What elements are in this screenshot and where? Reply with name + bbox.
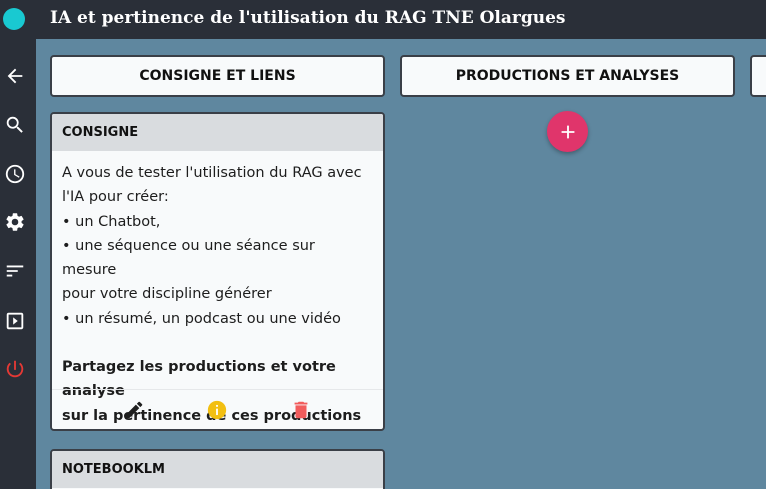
clock-icon[interactable] [4,163,26,185]
column-header-productions[interactable]: PRODUCTIONS ET ANALYSES [400,55,735,97]
card-consigne[interactable]: CONSIGNE A vous de tester l'utilisation … [50,112,385,431]
card-text-line: • un résumé, un podcast ou une vidéo [62,310,341,327]
card-title: NOTEBOOKLM [52,451,383,488]
sort-icon[interactable] [4,260,26,282]
search-icon[interactable] [4,114,26,136]
card-actions [52,389,383,429]
trash-icon[interactable] [290,399,312,421]
gear-icon[interactable] [4,211,26,233]
top-bar: IA et pertinence de l'utilisation du RAG… [0,0,766,39]
slideshow-icon[interactable] [4,310,26,332]
page-title: IA et pertinence de l'utilisation du RAG… [50,8,566,28]
plus-icon [561,125,574,138]
card-body: A vous de tester l'utilisation du RAG av… [52,151,383,428]
card-text-line: A vous de tester l'utilisation du RAG av… [62,165,362,181]
card-title: CONSIGNE [52,114,383,151]
card-text-line: l'IA pour créer: [62,189,169,206]
card-text-line: pour votre discipline générer [62,286,272,303]
column-header-consigne[interactable]: CONSIGNE ET LIENS [50,55,385,97]
sidebar [0,39,36,489]
power-icon[interactable] [4,358,26,380]
card-text-line: • une séquence ou une séance sur mesure [62,237,315,279]
arrow-left-icon[interactable] [4,65,26,87]
app-logo[interactable] [3,8,25,30]
column-header-partial[interactable] [750,55,766,97]
info-icon[interactable] [206,399,228,421]
card-text-line: • un Chatbot, [62,213,161,230]
card-notebooklm[interactable]: NOTEBOOKLM [50,449,385,489]
add-post-button[interactable] [547,111,588,152]
pencil-icon[interactable] [123,399,145,421]
